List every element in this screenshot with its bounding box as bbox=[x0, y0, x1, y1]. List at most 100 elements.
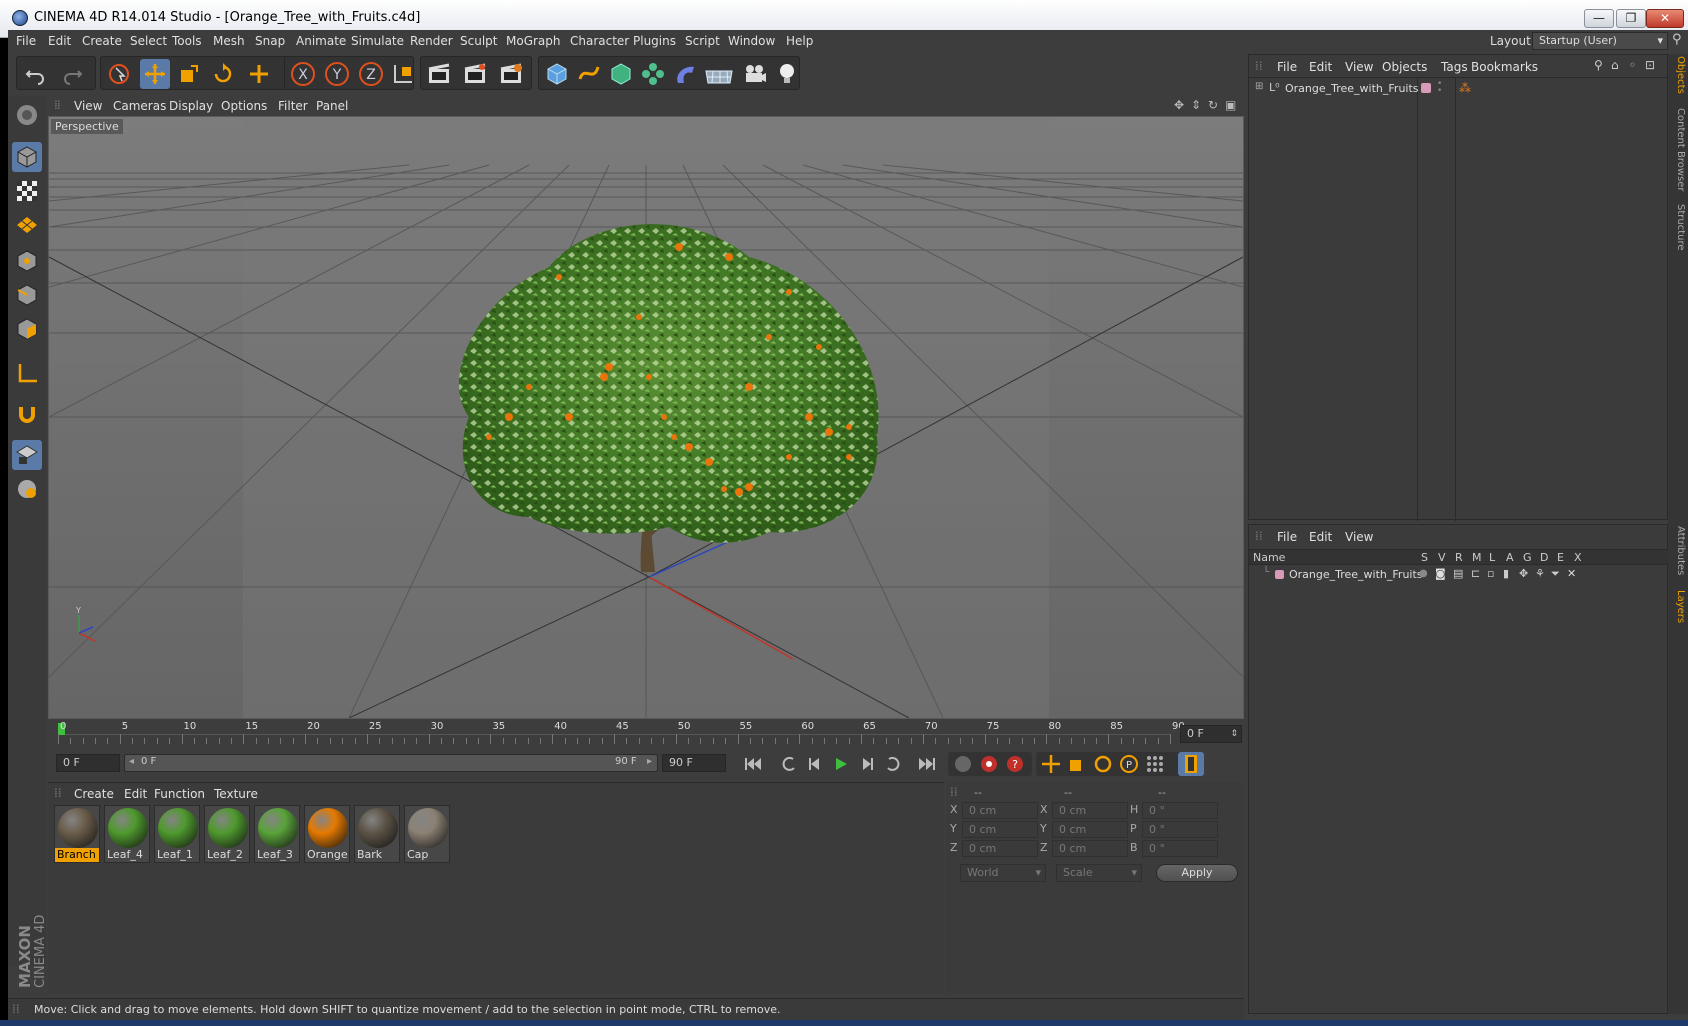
z-axis-icon[interactable]: Z bbox=[356, 59, 386, 89]
create-add-icon[interactable] bbox=[244, 59, 274, 89]
viewport-menu-panel[interactable]: Panel bbox=[316, 99, 348, 113]
light-bulb-icon[interactable] bbox=[772, 59, 802, 89]
next-frame-icon[interactable] bbox=[854, 752, 880, 776]
layer-column-header[interactable]: X bbox=[1574, 551, 1582, 564]
previous-keyframe-icon[interactable] bbox=[776, 752, 802, 776]
autokey-help-icon[interactable]: ? bbox=[1002, 752, 1028, 776]
objects-menu-file[interactable]: File bbox=[1277, 60, 1297, 74]
layer-column-header[interactable]: A bbox=[1506, 551, 1514, 564]
key-parameter-icon[interactable]: P bbox=[1116, 752, 1142, 776]
solo-icon[interactable]: ● bbox=[1419, 568, 1428, 579]
material-swatch[interactable]: Orange bbox=[304, 805, 350, 863]
menu-script[interactable]: Script bbox=[685, 34, 720, 48]
material-tag-icon[interactable]: ⁂ bbox=[1459, 81, 1471, 95]
key-position-icon[interactable] bbox=[1038, 752, 1064, 776]
subdivision-surface-icon[interactable] bbox=[606, 59, 636, 89]
layers-menu-file[interactable]: File bbox=[1277, 530, 1297, 544]
search-icon[interactable]: ⚲ bbox=[1594, 58, 1603, 72]
expand-icon[interactable]: ⊞ bbox=[1255, 81, 1263, 92]
layer-column-header[interactable]: M bbox=[1472, 551, 1482, 564]
render-picture-viewer-icon[interactable] bbox=[460, 59, 490, 89]
xref-icon[interactable]: ✕ bbox=[1567, 567, 1576, 580]
coordinate-system-icon[interactable] bbox=[388, 59, 418, 89]
object-name[interactable]: Orange_Tree_with_Fruits bbox=[1285, 82, 1419, 95]
coord-value-field[interactable]: 0 cm bbox=[1052, 802, 1128, 819]
apply-button[interactable]: Apply bbox=[1156, 864, 1238, 882]
start-frame-field[interactable]: 0 F bbox=[56, 754, 120, 772]
material-swatch[interactable]: Leaf_3 bbox=[254, 805, 300, 863]
lock-icon[interactable]: ▫ bbox=[1487, 567, 1494, 580]
menu-sculpt[interactable]: Sculpt bbox=[460, 34, 497, 48]
timeline-window-icon[interactable] bbox=[1178, 752, 1204, 776]
view-eye-icon[interactable]: ◙ bbox=[1435, 567, 1446, 580]
layer-column-header[interactable]: V bbox=[1438, 551, 1446, 564]
layer-column-header[interactable]: E bbox=[1557, 551, 1564, 564]
search-icon[interactable]: ⚲ bbox=[1672, 32, 1682, 47]
layer-column-header[interactable]: D bbox=[1540, 551, 1548, 564]
tab-objects[interactable]: Objects bbox=[1670, 56, 1686, 106]
layer-color-swatch[interactable] bbox=[1275, 570, 1284, 579]
layer-column-header[interactable]: S bbox=[1421, 551, 1428, 564]
layer-row[interactable]: └ Orange_Tree_with_Fruits ● ◙ ▤ ⊏ ▫ ▮ ✥ … bbox=[1249, 567, 1669, 583]
render-view-icon[interactable] bbox=[424, 59, 454, 89]
current-frame-field[interactable]: 0 F ⇕ bbox=[1180, 725, 1242, 743]
key-rotation-icon[interactable] bbox=[1090, 752, 1116, 776]
expressions-icon[interactable]: ⏷ bbox=[1551, 567, 1560, 581]
maximize-view-icon[interactable]: ▣ bbox=[1225, 98, 1236, 112]
layer-color-swatch[interactable] bbox=[1421, 83, 1431, 93]
floor-scene-icon[interactable] bbox=[704, 59, 734, 89]
camera-icon[interactable] bbox=[740, 59, 770, 89]
go-to-start-icon[interactable] bbox=[740, 752, 766, 776]
close-button[interactable]: ✕ bbox=[1646, 9, 1684, 28]
layout-select[interactable]: Startup (User) ▾ bbox=[1532, 32, 1668, 50]
coord-value-field[interactable]: 0 ° bbox=[1142, 821, 1218, 838]
edges-mode-icon[interactable] bbox=[12, 280, 42, 310]
restore-button[interactable]: ❐ bbox=[1616, 9, 1646, 28]
coord-value-field[interactable]: 0 cm bbox=[962, 821, 1038, 838]
end-frame-field[interactable]: 90 F bbox=[662, 754, 726, 772]
deformer-bend-icon[interactable] bbox=[670, 59, 700, 89]
menu-create[interactable]: Create bbox=[82, 34, 122, 48]
deformers-icon[interactable]: ⚘ bbox=[1535, 567, 1545, 580]
menu-select[interactable]: Select bbox=[130, 34, 167, 48]
objects-menu-edit[interactable]: Edit bbox=[1309, 60, 1332, 74]
menu-snap[interactable]: Snap bbox=[255, 34, 285, 48]
go-to-end-icon[interactable] bbox=[914, 752, 940, 776]
coord-value-field[interactable]: 0 cm bbox=[1052, 840, 1128, 857]
orbit-view-icon[interactable]: ↻ bbox=[1208, 98, 1218, 112]
y-axis-icon[interactable]: Y bbox=[322, 59, 352, 89]
tab-content-browser[interactable]: Content Browser bbox=[1670, 108, 1686, 198]
layer-column-header[interactable]: L bbox=[1489, 551, 1495, 564]
menu-file[interactable]: File bbox=[16, 34, 36, 48]
manager-tree-icon[interactable]: ⊏ bbox=[1471, 567, 1480, 580]
coordinate-mode-select[interactable]: World ▾ bbox=[960, 864, 1046, 882]
new-window-icon[interactable]: ⊡ bbox=[1645, 58, 1655, 72]
object-row[interactable]: ⊞ L⁰ Orange_Tree_with_Fruits • • ⁂ bbox=[1253, 80, 1663, 97]
visibility-dots-icon[interactable]: • • bbox=[1437, 80, 1442, 96]
motion-record-icon[interactable] bbox=[950, 752, 976, 776]
generators-icon[interactable]: ✥ bbox=[1519, 567, 1528, 580]
material-swatch[interactable]: Leaf_2 bbox=[204, 805, 250, 863]
menu-simulate[interactable]: Simulate bbox=[351, 34, 404, 48]
menu-mograph[interactable]: MoGraph bbox=[506, 34, 561, 48]
scale-tool-icon[interactable] bbox=[174, 59, 204, 89]
render-settings-icon[interactable] bbox=[496, 59, 526, 89]
x-axis-icon[interactable]: X bbox=[288, 59, 318, 89]
material-swatch[interactable]: Leaf_1 bbox=[154, 805, 200, 863]
timeline-ruler[interactable]: 0 5 10 15 20 25 30 35 40 45 50 55 60 65 70 75 80 85 90 0 F… bbox=[48, 720, 1244, 748]
model-mode-icon[interactable] bbox=[12, 142, 42, 172]
material-swatch[interactable]: Cap bbox=[404, 805, 450, 863]
dolly-view-icon[interactable]: ⇕ bbox=[1191, 98, 1201, 112]
menu-mesh[interactable]: Mesh bbox=[213, 34, 245, 48]
objects-menu-bookmarks[interactable]: Bookmarks bbox=[1471, 60, 1538, 74]
tab-layers[interactable]: Layers bbox=[1670, 590, 1686, 640]
coord-value-field[interactable]: 0 ° bbox=[1142, 840, 1218, 857]
menu-window[interactable]: Window bbox=[728, 34, 775, 48]
layer-column-header[interactable]: G bbox=[1523, 551, 1532, 564]
pan-view-icon[interactable]: ✥ bbox=[1174, 98, 1184, 112]
viewport-menu-view[interactable]: View bbox=[74, 99, 102, 113]
live-selection-icon[interactable] bbox=[104, 59, 134, 89]
cube-primitive-icon[interactable] bbox=[542, 59, 572, 89]
redo-icon[interactable] bbox=[58, 59, 88, 89]
rotate-tool-icon[interactable] bbox=[208, 59, 238, 89]
